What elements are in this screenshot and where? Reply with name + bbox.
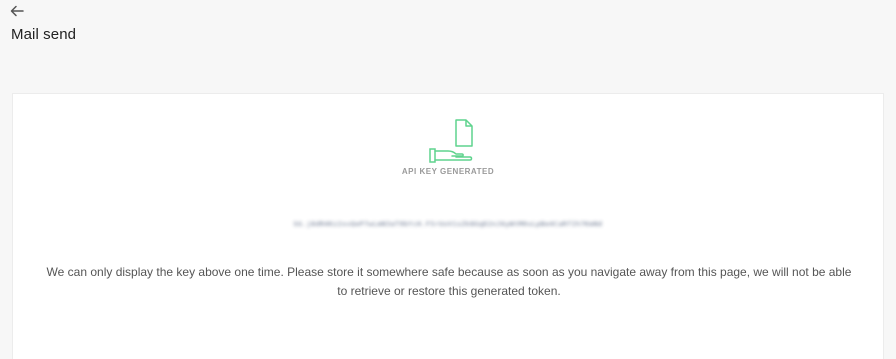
page-title: Mail send [11, 26, 77, 43]
api-key-card: API KEY GENERATED SG.j8dR4Kz2xvQeP7wLmN3… [12, 93, 884, 359]
back-button[interactable] [10, 3, 30, 19]
status-label: API KEY GENERATED [401, 167, 495, 176]
arrow-left-icon [10, 5, 24, 17]
page: Mail send API KEY GENERATED SG.j8dR4Kz2x… [0, 0, 896, 359]
hand-holding-document-icon [427, 116, 475, 164]
warning-message: We can only display the key above one ti… [46, 265, 852, 298]
api-key-value[interactable]: SG.j8dR4Kz2xvQeP7wLmN3aT9bYcH.F5rUoV1sZk… [13, 220, 883, 228]
